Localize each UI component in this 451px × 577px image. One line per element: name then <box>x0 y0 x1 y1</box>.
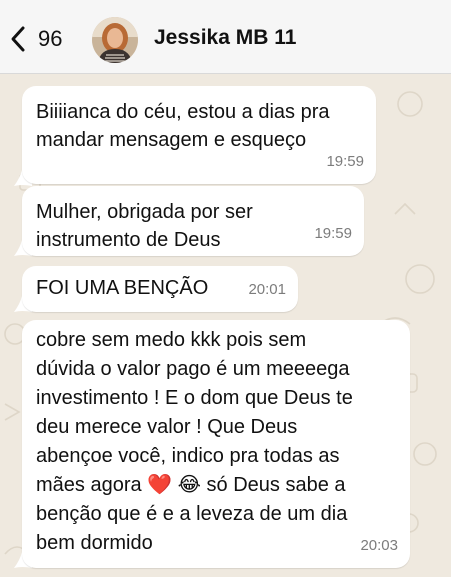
message-time: 19:59 <box>314 225 352 242</box>
chevron-left-icon <box>11 26 25 52</box>
message-text: FOI UMA BENÇÃO <box>36 277 209 299</box>
unread-count: 96 <box>38 26 63 51</box>
message-text: Mulher, obrigada por ser instrumento de … <box>36 201 253 251</box>
message-time: 20:03 <box>360 537 398 554</box>
message-bubble[interactable]: Mulher, obrigada por ser instrumento de … <box>22 186 364 256</box>
message-bubble[interactable]: cobre sem medo kkk pois sem dúvida o val… <box>22 320 410 568</box>
message-time: 19:59 <box>326 153 364 170</box>
contact-name[interactable]: Jessika MB 11 <box>154 26 296 50</box>
message-text: cobre sem medo kkk pois sem dúvida o val… <box>36 329 353 554</box>
back-button[interactable]: 96 <box>10 22 62 56</box>
chat-area[interactable]: Biiiianca do céu, estou a dias pra manda… <box>0 74 451 577</box>
message-time: 20:01 <box>248 281 286 298</box>
message-bubble[interactable]: FOI UMA BENÇÃO 20:01 <box>22 266 298 312</box>
avatar[interactable] <box>92 17 138 63</box>
chat-header: 96 Jessika MB 11 <box>0 0 451 74</box>
message-text: Biiiianca do céu, estou a dias pra manda… <box>36 101 330 151</box>
message-bubble[interactable]: Biiiianca do céu, estou a dias pra manda… <box>22 86 376 184</box>
